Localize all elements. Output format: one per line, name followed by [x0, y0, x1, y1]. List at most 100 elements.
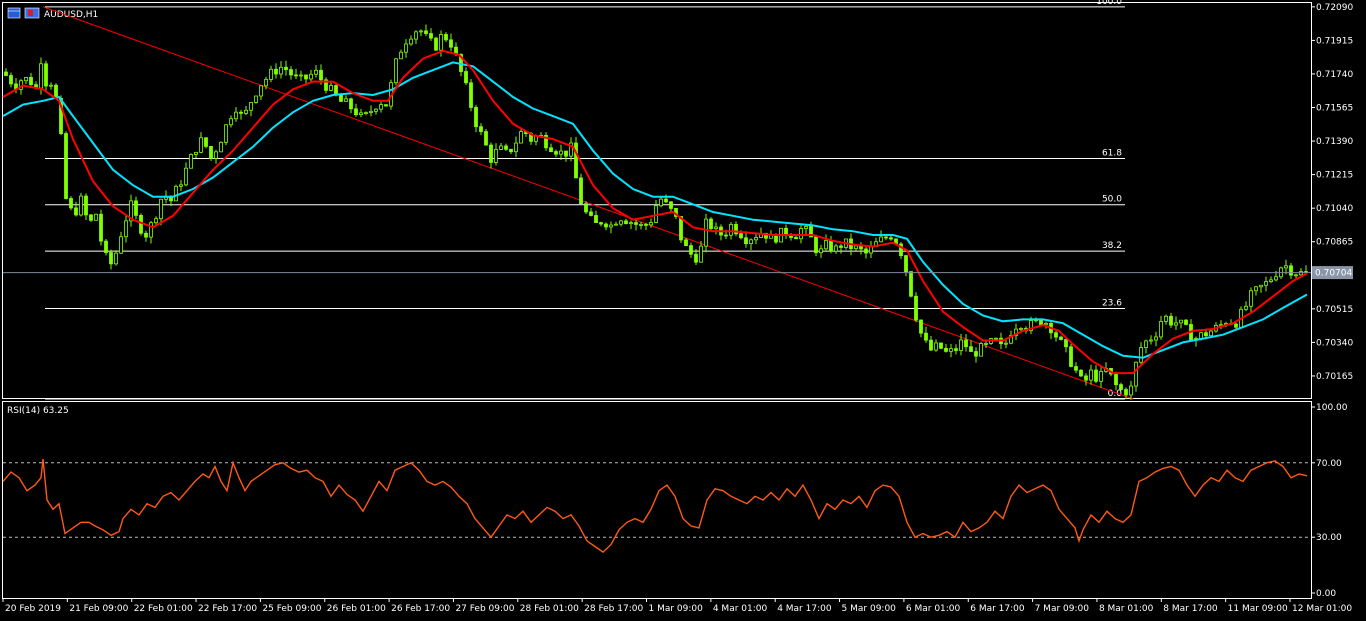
candle-body	[229, 118, 233, 126]
fibonacci-retracement[interactable]: 100.061.850.038.223.60.0	[45, 0, 1125, 400]
candle-body	[594, 215, 598, 224]
candle-body	[1264, 281, 1268, 286]
candle-body	[484, 131, 488, 146]
candle-body	[1159, 321, 1163, 338]
candle-body	[119, 236, 123, 254]
candle-body	[819, 248, 823, 254]
candle-body	[404, 43, 408, 53]
candle-body	[869, 246, 873, 254]
price-tick-label: 0.71565	[1316, 104, 1353, 114]
time-tick-label: 5 Mar 09:00	[842, 604, 897, 614]
candle-body	[409, 38, 413, 45]
candle-body	[124, 220, 128, 238]
candle-body	[299, 74, 303, 77]
candle-body	[1089, 369, 1093, 381]
candle-body	[1204, 332, 1208, 337]
candle-body	[884, 236, 888, 239]
candle-body	[1254, 286, 1258, 292]
price-tick-label: 0.71215	[1316, 171, 1353, 181]
time-tick-label: 28 Feb 01:00	[520, 604, 579, 614]
candle-body	[904, 255, 908, 273]
candle-body	[889, 237, 893, 240]
candle-body	[559, 150, 563, 155]
candle-body	[1169, 315, 1173, 326]
chart-canvas[interactable]: AUDUSD,H1 100.061.850.038.223.60.0 0.720…	[0, 0, 1366, 621]
candle-body	[1044, 323, 1048, 326]
candle-body	[924, 332, 928, 341]
candle-body	[114, 252, 118, 265]
candle-body	[1299, 271, 1303, 276]
candle-body	[979, 343, 983, 357]
rsi-tick-label: 70.00	[1316, 459, 1342, 469]
candle-body	[1289, 265, 1293, 276]
candle-body	[379, 104, 383, 110]
rsi-series	[2, 459, 1308, 553]
price-tick-label: 0.71040	[1316, 204, 1353, 214]
time-tick-label: 22 Feb 01:00	[134, 604, 193, 614]
candle-body	[479, 126, 483, 132]
candle-body	[69, 198, 73, 209]
candle-body	[349, 98, 353, 110]
candle-body	[584, 203, 588, 213]
fib-level-label: 50.0	[1102, 195, 1122, 205]
candle-body	[714, 226, 718, 229]
candle-body	[179, 184, 183, 187]
trendline	[42, 6, 1134, 400]
candle-body	[909, 271, 913, 297]
candle-body	[464, 71, 468, 84]
candle-body	[959, 339, 963, 351]
time-tick-label: 12 Mar 01:00	[1292, 604, 1352, 614]
candle-body	[974, 351, 978, 357]
candle-body	[664, 198, 668, 203]
candle-body	[89, 214, 93, 221]
candle-body	[364, 112, 368, 114]
candle-body	[74, 207, 78, 216]
candle-body	[574, 142, 578, 179]
candle-body	[824, 240, 828, 250]
fib-level-label: 61.8	[1102, 149, 1122, 159]
candle-body	[109, 252, 113, 265]
candle-body	[424, 30, 428, 34]
candle-body	[754, 237, 758, 241]
price-series	[4, 24, 1308, 400]
trendline-layer	[42, 6, 1134, 400]
candle-body	[644, 224, 648, 226]
time-tick-label: 1 Mar 09:00	[649, 604, 704, 614]
price-axis: 0.72090 0.71915 0.71740 0.71565 0.71390 0.712…	[1311, 3, 1353, 382]
candle-body	[274, 68, 278, 75]
candle-body	[504, 145, 508, 150]
current-price-label: 0.70704	[1315, 269, 1352, 279]
candle-body	[1234, 323, 1238, 328]
price-tick-label: 0.70165	[1316, 372, 1353, 382]
candle-body	[209, 146, 213, 159]
time-tick-label: 6 Mar 01:00	[906, 604, 961, 614]
candle-body	[794, 237, 798, 240]
candle-body	[579, 177, 583, 205]
candle-body	[44, 63, 48, 87]
candle-body	[499, 145, 503, 150]
rsi-axis: 100.00 70.00 30.00 0.00	[1311, 403, 1348, 599]
candle-body	[1244, 305, 1248, 310]
candle-body	[684, 239, 688, 247]
candle-body	[689, 245, 693, 255]
candle-body	[634, 222, 638, 225]
candle-body	[4, 71, 8, 76]
candle-body	[414, 31, 418, 40]
candle-body	[1129, 385, 1133, 396]
candle-body	[314, 69, 318, 75]
candle-body	[104, 240, 108, 253]
candle-body	[269, 68, 273, 80]
rsi-levels	[3, 462, 1311, 538]
candle-body	[984, 343, 988, 345]
candle-body	[944, 347, 948, 352]
candle-body	[1039, 319, 1043, 326]
candle-body	[239, 111, 243, 114]
rsi-title: RSI(14) 63.25	[7, 406, 69, 416]
candle-body	[494, 149, 498, 163]
candle-body	[804, 226, 808, 229]
candle-body	[784, 227, 788, 236]
candle-body	[629, 222, 633, 225]
time-tick-label: 11 Mar 09:00	[1228, 604, 1288, 614]
rsi-tick-label: 0.00	[1316, 589, 1336, 599]
candle-body	[1064, 339, 1068, 348]
